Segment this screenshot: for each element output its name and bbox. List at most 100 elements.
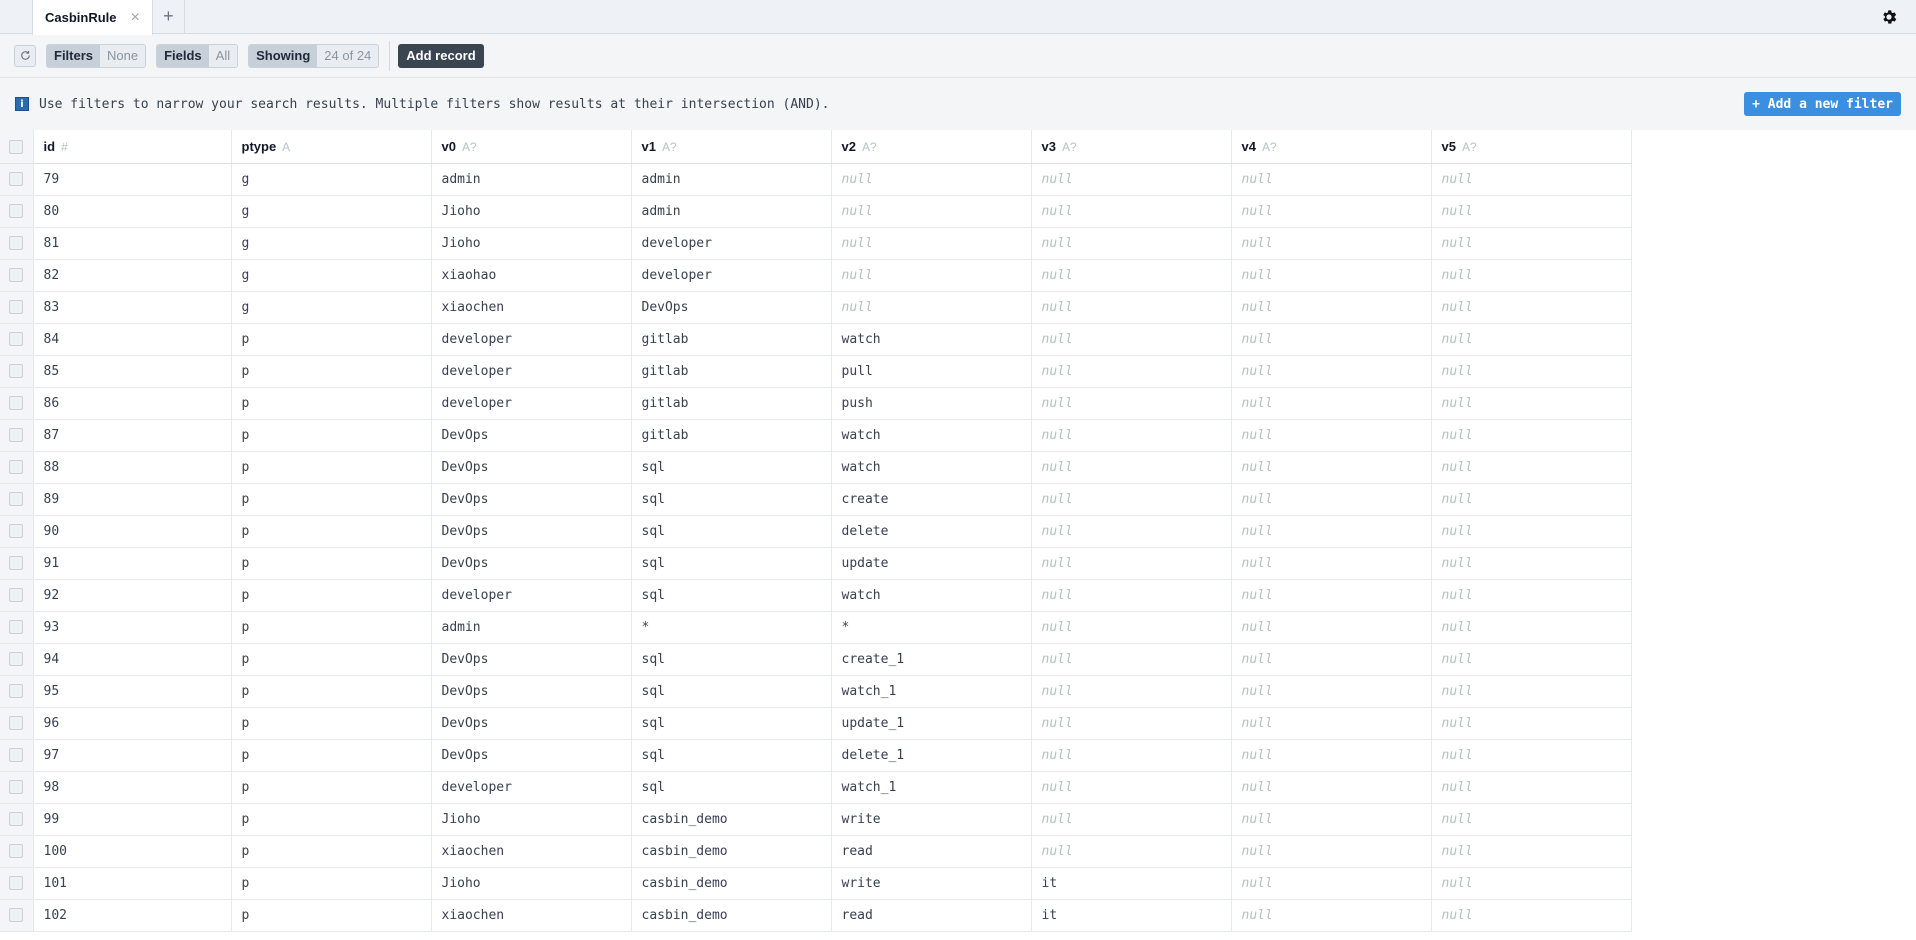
cell-v3[interactable]: null bbox=[1031, 547, 1232, 580]
cell-v1[interactable]: gitlab bbox=[631, 419, 832, 452]
cell-v4[interactable]: null bbox=[1231, 259, 1432, 292]
cell-v5[interactable]: null bbox=[1431, 419, 1632, 452]
cell-v3[interactable]: null bbox=[1031, 771, 1232, 804]
row-checkbox[interactable] bbox=[9, 588, 24, 602]
cell-v0[interactable]: developer bbox=[431, 323, 632, 356]
cell-v2[interactable]: watch bbox=[831, 323, 1032, 356]
cell-v3[interactable]: null bbox=[1031, 579, 1232, 612]
cell-v2[interactable]: null bbox=[831, 259, 1032, 292]
table-row[interactable]: 82 g xiaohao developer null null null null bbox=[0, 259, 1632, 292]
cell-id[interactable]: 88 bbox=[33, 451, 232, 484]
cell-v4[interactable]: null bbox=[1231, 707, 1432, 740]
cell-id[interactable]: 100 bbox=[33, 835, 232, 868]
cell-id[interactable]: 89 bbox=[33, 483, 232, 516]
cell-v0[interactable]: Jioho bbox=[431, 195, 632, 228]
cell-id[interactable]: 99 bbox=[33, 803, 232, 836]
cell-v5[interactable]: null bbox=[1431, 291, 1632, 324]
cell-id[interactable]: 79 bbox=[33, 163, 232, 196]
row-checkbox[interactable] bbox=[9, 332, 24, 346]
cell-v3[interactable]: null bbox=[1031, 451, 1232, 484]
cell-v5[interactable]: null bbox=[1431, 451, 1632, 484]
cell-v2[interactable]: update bbox=[831, 547, 1032, 580]
cell-v3[interactable]: null bbox=[1031, 835, 1232, 868]
row-checkbox[interactable] bbox=[9, 396, 24, 410]
cell-v5[interactable]: null bbox=[1431, 547, 1632, 580]
cell-id[interactable]: 83 bbox=[33, 291, 232, 324]
table-row[interactable]: 101 p Jioho casbin_demo write it null null bbox=[0, 867, 1632, 900]
cell-v0[interactable]: developer bbox=[431, 387, 632, 420]
row-checkbox[interactable] bbox=[9, 652, 24, 666]
cell-id[interactable]: 81 bbox=[33, 227, 232, 260]
cell-id[interactable]: 97 bbox=[33, 739, 232, 772]
cell-v5[interactable]: null bbox=[1431, 515, 1632, 548]
cell-v3[interactable]: null bbox=[1031, 643, 1232, 676]
row-checkbox[interactable] bbox=[9, 268, 24, 282]
cell-v2[interactable]: delete_1 bbox=[831, 739, 1032, 772]
column-header-v3[interactable]: v3 A? bbox=[1031, 130, 1232, 164]
cell-v0[interactable]: DevOps bbox=[431, 675, 632, 708]
cell-v5[interactable]: null bbox=[1431, 323, 1632, 356]
row-checkbox[interactable] bbox=[9, 300, 24, 314]
cell-v2[interactable]: read bbox=[831, 899, 1032, 932]
cell-v5[interactable]: null bbox=[1431, 643, 1632, 676]
cell-ptype[interactable]: p bbox=[231, 675, 432, 708]
cell-v3[interactable]: null bbox=[1031, 483, 1232, 516]
cell-ptype[interactable]: p bbox=[231, 451, 432, 484]
cell-v3[interactable]: null bbox=[1031, 387, 1232, 420]
cell-v2[interactable]: write bbox=[831, 803, 1032, 836]
cell-v5[interactable]: null bbox=[1431, 579, 1632, 612]
table-row[interactable]: 87 p DevOps gitlab watch null null null bbox=[0, 419, 1632, 452]
table-row[interactable]: 89 p DevOps sql create null null null bbox=[0, 483, 1632, 516]
cell-v4[interactable]: null bbox=[1231, 803, 1432, 836]
cell-v0[interactable]: admin bbox=[431, 611, 632, 644]
cell-v2[interactable]: null bbox=[831, 227, 1032, 260]
cell-v4[interactable]: null bbox=[1231, 227, 1432, 260]
cell-v0[interactable]: DevOps bbox=[431, 483, 632, 516]
cell-ptype[interactable]: p bbox=[231, 579, 432, 612]
cell-v1[interactable]: sql bbox=[631, 675, 832, 708]
table-row[interactable]: 79 g admin admin null null null null bbox=[0, 163, 1632, 196]
cell-id[interactable]: 101 bbox=[33, 867, 232, 900]
cell-v1[interactable]: casbin_demo bbox=[631, 867, 832, 900]
cell-v0[interactable]: xiaohao bbox=[431, 259, 632, 292]
cell-ptype[interactable]: p bbox=[231, 643, 432, 676]
cell-v4[interactable]: null bbox=[1231, 835, 1432, 868]
row-checkbox[interactable] bbox=[9, 460, 24, 474]
add-filter-button[interactable]: + Add a new filter bbox=[1744, 92, 1901, 116]
cell-v1[interactable]: sql bbox=[631, 707, 832, 740]
table-row[interactable]: 94 p DevOps sql create_1 null null null bbox=[0, 643, 1632, 676]
cell-ptype[interactable]: p bbox=[231, 515, 432, 548]
cell-ptype[interactable]: p bbox=[231, 355, 432, 388]
row-checkbox[interactable] bbox=[9, 620, 24, 634]
cell-v4[interactable]: null bbox=[1231, 483, 1432, 516]
row-checkbox[interactable] bbox=[9, 492, 24, 506]
cell-v5[interactable]: null bbox=[1431, 899, 1632, 932]
table-row[interactable]: 84 p developer gitlab watch null null null bbox=[0, 323, 1632, 356]
cell-v1[interactable]: casbin_demo bbox=[631, 803, 832, 836]
row-checkbox[interactable] bbox=[9, 844, 24, 858]
cell-v1[interactable]: sql bbox=[631, 483, 832, 516]
cell-v0[interactable]: xiaochen bbox=[431, 899, 632, 932]
cell-ptype[interactable]: p bbox=[231, 323, 432, 356]
cell-v4[interactable]: null bbox=[1231, 355, 1432, 388]
cell-v0[interactable]: Jioho bbox=[431, 803, 632, 836]
cell-v2[interactable]: null bbox=[831, 291, 1032, 324]
cell-v3[interactable]: null bbox=[1031, 259, 1232, 292]
cell-v0[interactable]: developer bbox=[431, 771, 632, 804]
cell-v5[interactable]: null bbox=[1431, 739, 1632, 772]
table-row[interactable]: 102 p xiaochen casbin_demo read it null null bbox=[0, 899, 1632, 932]
cell-v2[interactable]: update_1 bbox=[831, 707, 1032, 740]
cell-v4[interactable]: null bbox=[1231, 323, 1432, 356]
select-all-checkbox[interactable] bbox=[9, 140, 24, 155]
cell-v1[interactable]: sql bbox=[631, 771, 832, 804]
row-checkbox[interactable] bbox=[9, 812, 24, 826]
cell-v4[interactable]: null bbox=[1231, 195, 1432, 228]
row-checkbox[interactable] bbox=[9, 684, 24, 698]
cell-id[interactable]: 85 bbox=[33, 355, 232, 388]
cell-v1[interactable]: developer bbox=[631, 259, 832, 292]
table-row[interactable]: 83 g xiaochen DevOps null null null null bbox=[0, 291, 1632, 324]
cell-v1[interactable]: sql bbox=[631, 739, 832, 772]
cell-v4[interactable]: null bbox=[1231, 515, 1432, 548]
cell-v3[interactable]: null bbox=[1031, 355, 1232, 388]
cell-v0[interactable]: DevOps bbox=[431, 515, 632, 548]
